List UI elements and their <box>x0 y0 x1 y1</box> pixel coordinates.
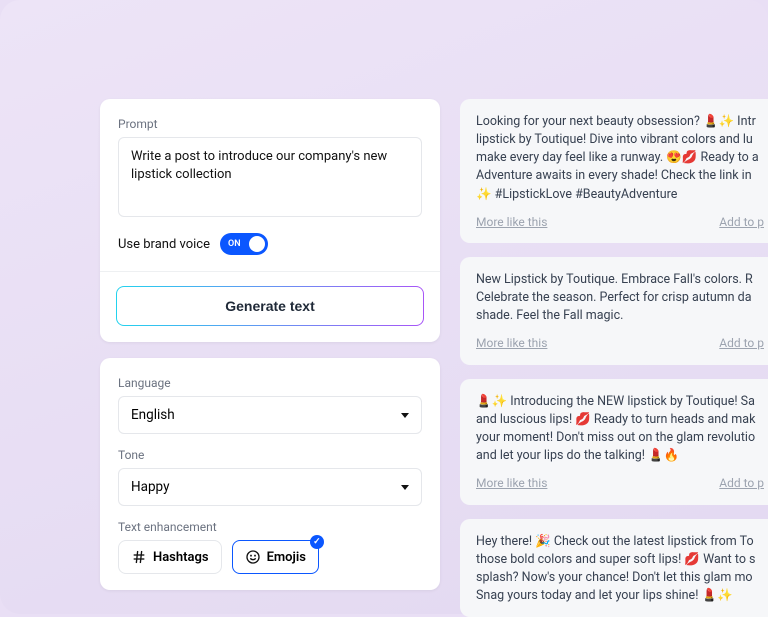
smile-icon <box>245 549 261 565</box>
prompt-card: Prompt Use brand voice ON Generate text <box>100 99 440 342</box>
tone-select[interactable]: Happy <box>118 468 422 506</box>
chevron-down-icon <box>401 485 409 490</box>
language-label: Language <box>118 376 422 390</box>
toggle-state-text: ON <box>228 239 241 249</box>
result-text: 💄✨ Introducing the NEW lipstick by Touti… <box>476 393 764 466</box>
app-canvas: Prompt Use brand voice ON Generate text <box>0 0 768 614</box>
results-column: Looking for your next beauty obsession? … <box>460 99 768 617</box>
result-card: New Lipstick by Toutique. Embrace Fall's… <box>460 257 768 365</box>
add-to-link[interactable]: Add to p <box>719 335 764 352</box>
toggle-knob <box>249 236 265 252</box>
language-value: English <box>131 407 175 423</box>
settings-card: Language English Tone Happy Text enhance… <box>100 358 440 590</box>
result-card: 💄✨ Introducing the NEW lipstick by Touti… <box>460 379 768 505</box>
prompt-input[interactable] <box>118 137 422 217</box>
hashtags-chip-label: Hashtags <box>153 550 209 565</box>
more-like-this-link[interactable]: More like this <box>476 475 547 492</box>
language-select[interactable]: English <box>118 396 422 434</box>
tone-value: Happy <box>131 479 169 495</box>
prompt-label: Prompt <box>118 117 422 131</box>
left-panel: Prompt Use brand voice ON Generate text <box>100 99 440 606</box>
generate-button[interactable]: Generate text <box>116 286 424 326</box>
hashtag-icon <box>131 549 147 565</box>
add-to-link[interactable]: Add to p <box>719 214 764 231</box>
result-card: Hey there! 🎉 Check out the latest lipsti… <box>460 519 768 617</box>
more-like-this-link[interactable]: More like this <box>476 335 547 352</box>
brand-voice-label: Use brand voice <box>118 237 210 252</box>
result-text: New Lipstick by Toutique. Embrace Fall's… <box>476 271 764 325</box>
emojis-chip[interactable]: Emojis ✓ <box>232 540 319 574</box>
hashtags-chip[interactable]: Hashtags <box>118 540 222 574</box>
more-like-this-link[interactable]: More like this <box>476 214 547 231</box>
enhancement-label: Text enhancement <box>118 520 422 534</box>
result-text: Hey there! 🎉 Check out the latest lipsti… <box>476 533 764 606</box>
tone-label: Tone <box>118 448 422 462</box>
check-icon: ✓ <box>310 535 324 549</box>
add-to-link[interactable]: Add to p <box>719 475 764 492</box>
emojis-chip-label: Emojis <box>267 550 306 565</box>
brand-voice-toggle[interactable]: ON <box>220 233 268 255</box>
chevron-down-icon <box>401 413 409 418</box>
result-card: Looking for your next beauty obsession? … <box>460 99 768 243</box>
result-text: Looking for your next beauty obsession? … <box>476 113 764 204</box>
